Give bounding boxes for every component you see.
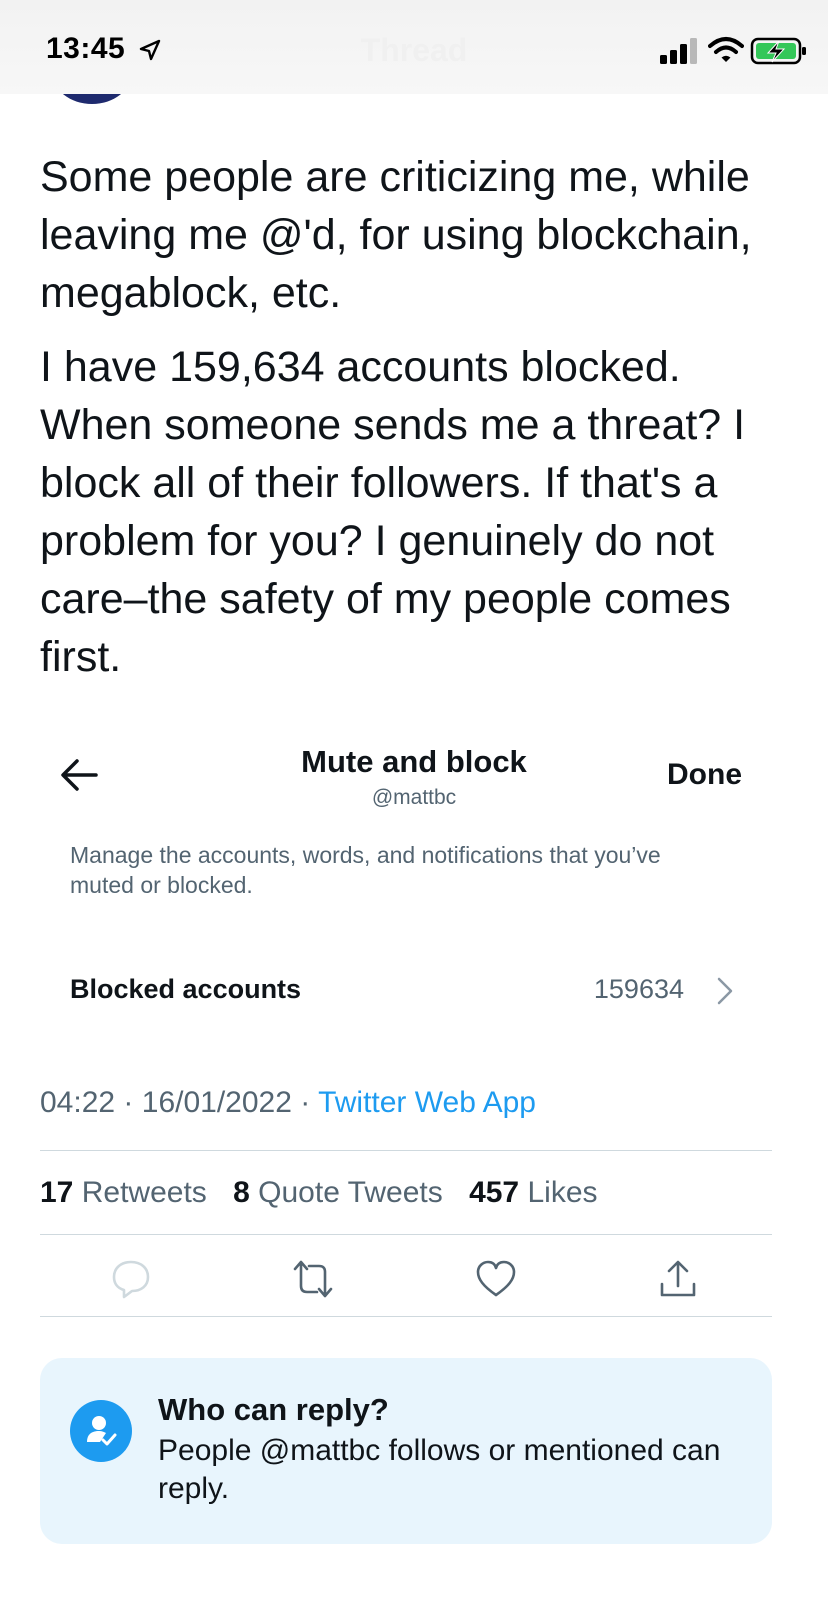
tweet-stats: 17 Retweets 8 Quote Tweets 457 Likes: [40, 1176, 616, 1210]
embed-row-label: Blocked accounts: [70, 974, 302, 1004]
chevron-right-icon: [717, 977, 733, 1005]
retweets-label: Retweets: [81, 1176, 207, 1209]
meta-separator: ·: [123, 1086, 134, 1119]
tweet-meta: 04:22 · 16/01/2022 · Twitter Web App: [40, 1086, 536, 1120]
tweet-image[interactable]: Mute and block @mattbc Done Manage the a…: [40, 718, 788, 1048]
who-can-reply-title: Who can reply?: [158, 1392, 389, 1427]
who-can-reply-card: Who can reply? People @mattbc follows or…: [40, 1358, 772, 1544]
divider: [40, 1316, 772, 1317]
tweet-time: 04:22: [40, 1086, 116, 1119]
reply-icon[interactable]: [110, 1258, 152, 1300]
like-heart-icon[interactable]: [475, 1258, 517, 1300]
divider: [40, 1150, 772, 1151]
embed-description: Manage the accounts, words, and notifica…: [70, 842, 661, 898]
cellular-signal-icon: [660, 38, 697, 64]
retweets-stat[interactable]: 17 Retweets: [40, 1176, 207, 1209]
nav-title: Thread: [360, 32, 468, 68]
who-can-reply-body: People @mattbc follows or mentioned can …: [158, 1434, 721, 1505]
wifi-icon: [708, 37, 744, 62]
embed-row-count: 159634: [593, 974, 684, 1004]
battery-charging-icon: [750, 37, 806, 65]
user-check-icon: [87, 1416, 117, 1446]
likes-label: Likes: [527, 1176, 598, 1209]
tweet-paragraph: I have 159,634 accounts blocked. When so…: [40, 343, 746, 681]
tweet-date: 16/01/2022: [141, 1086, 292, 1119]
embed-done-label: Done: [667, 758, 742, 791]
retweet-icon[interactable]: [292, 1258, 334, 1300]
share-icon[interactable]: [657, 1258, 699, 1300]
tweet-text: Some people are criticizing me, while le…: [40, 148, 800, 702]
status-bar: 13:45 Thread: [0, 0, 828, 94]
quote-tweets-stat[interactable]: 8 Quote Tweets: [233, 1176, 443, 1209]
reply-permission-icon: [70, 1400, 132, 1462]
quote-tweets-label: Quote Tweets: [258, 1176, 443, 1209]
meta-separator: ·: [300, 1086, 311, 1119]
divider: [40, 1234, 772, 1235]
likes-stat[interactable]: 457 Likes: [469, 1176, 597, 1209]
quote-tweets-count: 8: [233, 1176, 250, 1209]
likes-count: 457: [469, 1176, 520, 1209]
tweet-source-link[interactable]: Twitter Web App: [318, 1086, 536, 1119]
tweet-paragraph: Some people are criticizing me, while le…: [40, 153, 752, 317]
retweets-count: 17: [40, 1176, 74, 1209]
